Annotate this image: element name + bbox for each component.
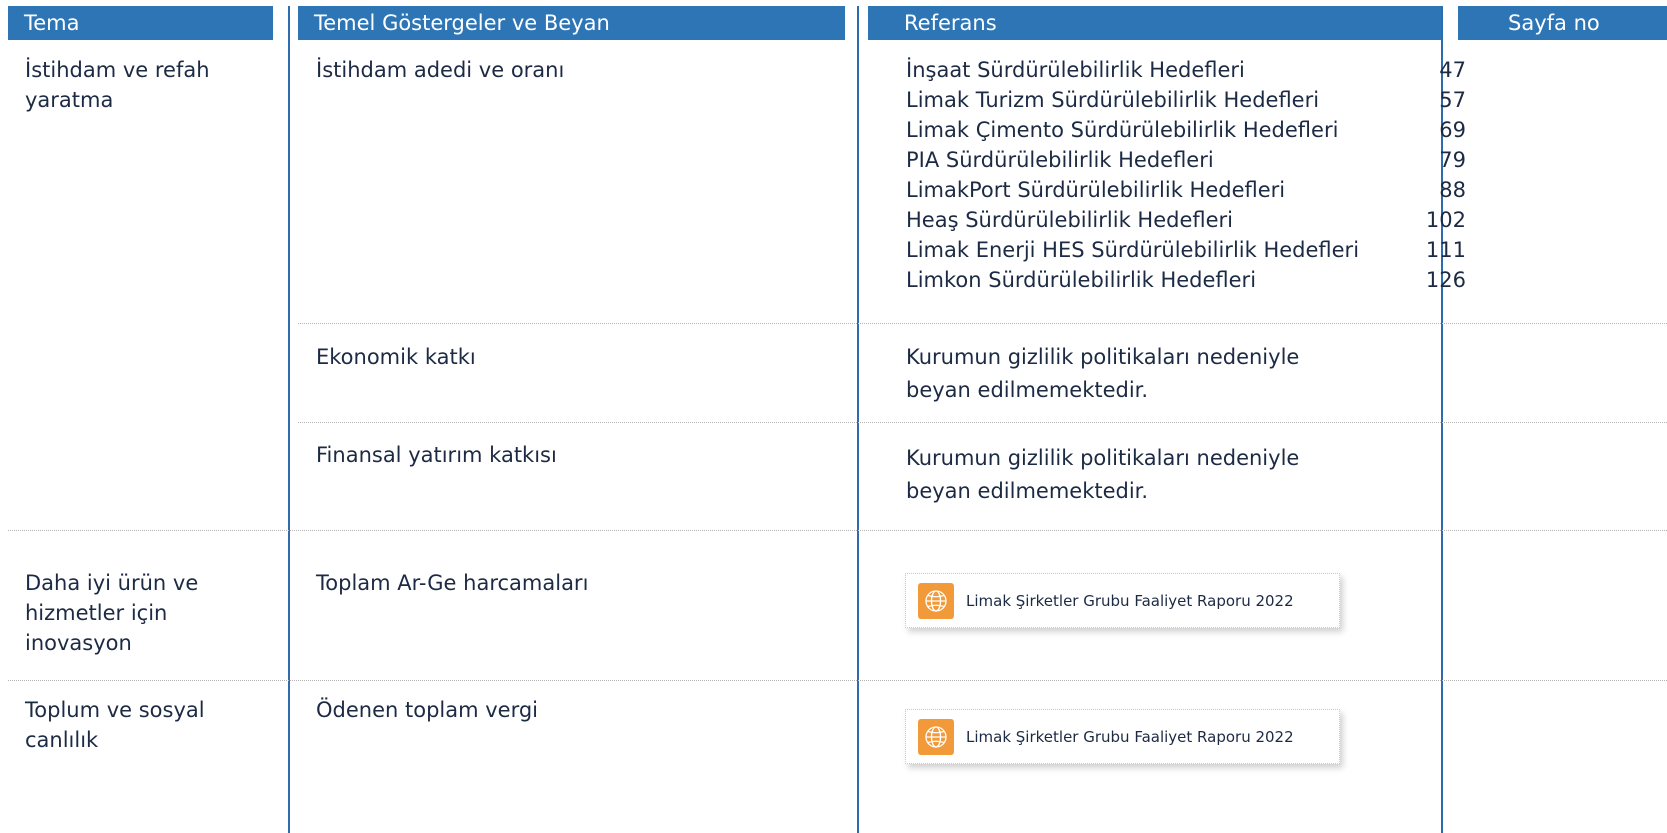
tema-text: inovasyon [25, 631, 132, 655]
row-separator [8, 530, 1667, 531]
tema-text: Toplum ve sosyal [25, 698, 205, 722]
report-link-card[interactable]: Limak Şirketler Grubu Faaliyet Raporu 20… [905, 709, 1340, 764]
tema-text: canlılık [25, 728, 99, 752]
page-number: 126 [1425, 268, 1466, 292]
reference-list: İnşaat Sürdürülebilirlik Hedefleri 47 Li… [906, 55, 1466, 295]
indicator-cell: Ekonomik katkı [316, 345, 476, 369]
reference-row: Limak Enerji HES Sürdürülebilirlik Hedef… [906, 235, 1466, 265]
note-text: Kurumun gizlilik politikaları nedeniyle [906, 446, 1300, 470]
indicator-cell: Toplam Ar-Ge harcamaları [316, 571, 589, 595]
note-text: beyan edilmemektedir. [906, 378, 1149, 402]
note-text: Kurumun gizlilik politikaları nedeniyle [906, 345, 1300, 369]
reference-name: LimakPort Sürdürülebilirlik Hedefleri [906, 178, 1286, 202]
globe-icon [918, 718, 954, 755]
indicator-cell: Ödenen toplam vergi [316, 698, 539, 722]
row-separator [298, 323, 1667, 324]
report-link-label[interactable]: Limak Şirketler Grubu Faaliyet Raporu 20… [966, 728, 1294, 746]
page-number: 88 [1439, 178, 1466, 202]
tema-cell: Toplum ve sosyal canlılık [25, 695, 205, 755]
globe-icon [918, 582, 954, 619]
reference-row: PIA Sürdürülebilirlik Hedefleri 79 [906, 145, 1466, 175]
reference-name: Limkon Sürdürülebilirlik Hedefleri [906, 268, 1257, 292]
reference-name: Limak Turizm Sürdürülebilirlik Hedefleri [906, 88, 1320, 112]
header-sayfa: Sayfa no [1458, 6, 1667, 40]
report-link-card[interactable]: Limak Şirketler Grubu Faaliyet Raporu 20… [905, 573, 1340, 628]
tema-text: yaratma [25, 88, 114, 112]
reference-name: Limak Çimento Sürdürülebilirlik Hedefler… [906, 118, 1339, 142]
tema-cell: İstihdam ve refah yaratma [25, 55, 210, 115]
note-text: beyan edilmemektedir. [906, 479, 1149, 503]
reference-name: PIA Sürdürülebilirlik Hedefleri [906, 148, 1214, 172]
header-gosterge: Temel Göstergeler ve Beyan [298, 6, 845, 40]
page-number: 102 [1425, 208, 1466, 232]
reference-row: Limak Çimento Sürdürülebilirlik Hedefler… [906, 115, 1466, 145]
reference-name: İnşaat Sürdürülebilirlik Hedefleri [906, 58, 1245, 82]
column-divider [288, 6, 290, 833]
reference-note: Kurumun gizlilik politikaları nedeniyle … [906, 341, 1366, 407]
header-tema: Tema [8, 6, 273, 40]
page-number: 111 [1425, 238, 1466, 262]
reference-row: Limkon Sürdürülebilirlik Hedefleri 126 [906, 265, 1466, 295]
page-number: 79 [1439, 148, 1466, 172]
header-referans: Referans [868, 6, 1441, 40]
page-number: 47 [1439, 58, 1466, 82]
tema-text: hizmetler için [25, 601, 168, 625]
row-separator [298, 422, 1667, 423]
tema-text: İstihdam ve refah [25, 58, 210, 82]
reference-note: Kurumun gizlilik politikaları nedeniyle … [906, 442, 1366, 508]
reference-row: LimakPort Sürdürülebilirlik Hedefleri 88 [906, 175, 1466, 205]
indicator-cell: İstihdam adedi ve oranı [316, 58, 565, 82]
row-separator [8, 680, 1667, 681]
column-divider [857, 6, 859, 833]
report-link-label[interactable]: Limak Şirketler Grubu Faaliyet Raporu 20… [966, 592, 1294, 610]
tema-cell: Daha iyi ürün ve hizmetler için inovasyo… [25, 568, 198, 658]
page-number: 69 [1439, 118, 1466, 142]
reference-row: Heaş Sürdürülebilirlik Hedefleri 102 [906, 205, 1466, 235]
tema-text: Daha iyi ürün ve [25, 571, 199, 595]
reference-name: Limak Enerji HES Sürdürülebilirlik Hedef… [906, 238, 1360, 262]
page-number: 57 [1439, 88, 1466, 112]
reference-row: Limak Turizm Sürdürülebilirlik Hedefleri… [906, 85, 1466, 115]
reference-row: İnşaat Sürdürülebilirlik Hedefleri 47 [906, 55, 1466, 85]
indicator-cell: Finansal yatırım katkısı [316, 443, 557, 467]
reference-name: Heaş Sürdürülebilirlik Hedefleri [906, 208, 1233, 232]
